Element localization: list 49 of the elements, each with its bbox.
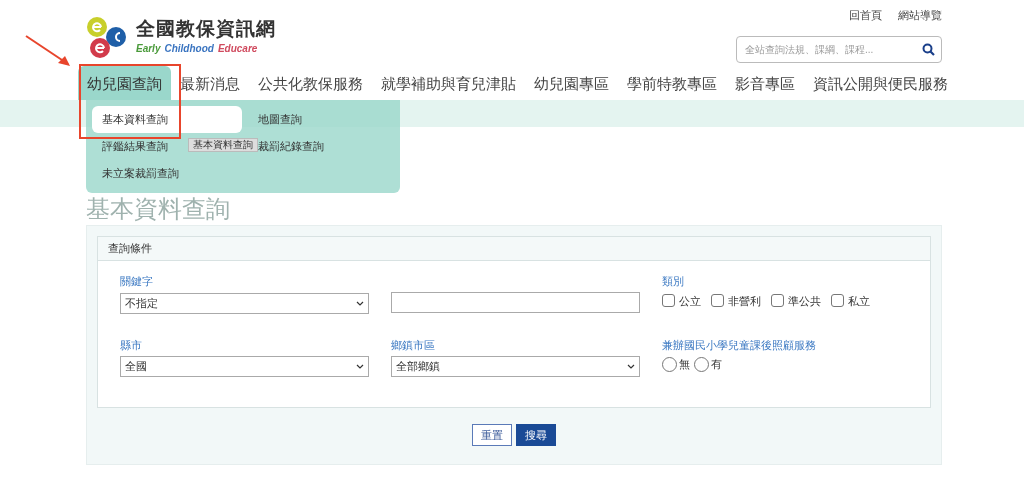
nav-tab[interactable]: 幼兒園專區	[525, 66, 618, 100]
checkbox[interactable]	[831, 294, 844, 308]
field-label: 關鍵字	[120, 274, 154, 289]
nav-tab[interactable]: 就學補助與育兒津貼	[372, 66, 525, 100]
site-subtitle-word: Educare	[217, 42, 258, 56]
radio-label: 無	[679, 357, 690, 372]
checkbox[interactable]	[771, 294, 784, 308]
chevron-down-icon	[356, 364, 364, 369]
chevron-down-icon	[627, 364, 635, 369]
checkbox-label: 私立	[848, 293, 870, 309]
dropdown-item[interactable]: 基本資料查詢	[92, 106, 242, 133]
top-link[interactable]: 網站導覽	[898, 7, 942, 24]
nav-tab[interactable]: 學前特教專區	[618, 66, 726, 100]
checkbox-label: 非營利	[728, 293, 761, 309]
card-header: 查詢條件	[98, 237, 930, 261]
dropdown-item[interactable]: 地圖查詢	[248, 106, 398, 133]
checkbox[interactable]	[711, 294, 724, 308]
reset-button[interactable]: 重置	[472, 424, 512, 446]
radio-button[interactable]	[662, 356, 677, 372]
top-link[interactable]: 回首頁	[849, 7, 882, 24]
nav-tab[interactable]: 資訊公開與便民服務	[804, 66, 957, 100]
checkbox-label: 準公共	[788, 293, 821, 309]
dropdown-select[interactable]: 不指定	[120, 292, 369, 314]
arrow-icon	[24, 34, 72, 68]
search-field[interactable]: 全站查詢法規、課綱、課程...	[736, 35, 942, 63]
field-label: 兼辦國民小學兒童課後照顧服務	[662, 337, 817, 353]
chevron-down-icon	[356, 300, 364, 306]
radio-label: 有	[711, 357, 722, 372]
page-title: 基本資料查詢	[86, 195, 231, 223]
field-label: 鄉鎮市區	[391, 337, 436, 353]
nav-tab[interactable]: 影音專區	[726, 66, 804, 100]
site-subtitle-word: Childhood	[164, 42, 214, 56]
dropdown-select[interactable]: 全國	[120, 356, 369, 377]
nav-tab[interactable]: 幼兒園查詢	[78, 66, 171, 100]
field-label: 類別	[662, 274, 685, 289]
dropdown-item[interactable]: 未立案裁罰查詢	[92, 160, 242, 187]
field-label: 縣市	[120, 337, 143, 353]
tooltip: 基本資料查詢	[188, 138, 258, 152]
search-button[interactable]: 搜尋	[516, 424, 556, 446]
checkbox-label: 公立	[679, 293, 701, 309]
nav-tab[interactable]: 公共化教保服務	[249, 66, 372, 100]
site-title: 全國教保資訊網	[136, 17, 276, 41]
site-subtitle-word: Early	[136, 42, 161, 56]
dropdown-select[interactable]: 全部鄉鎮	[391, 356, 640, 377]
nav-tab[interactable]: 最新消息	[171, 66, 249, 100]
checkbox[interactable]	[662, 294, 675, 308]
keyword-input[interactable]	[391, 291, 640, 313]
search-icon[interactable]	[922, 42, 935, 56]
radio-button[interactable]	[694, 356, 709, 372]
